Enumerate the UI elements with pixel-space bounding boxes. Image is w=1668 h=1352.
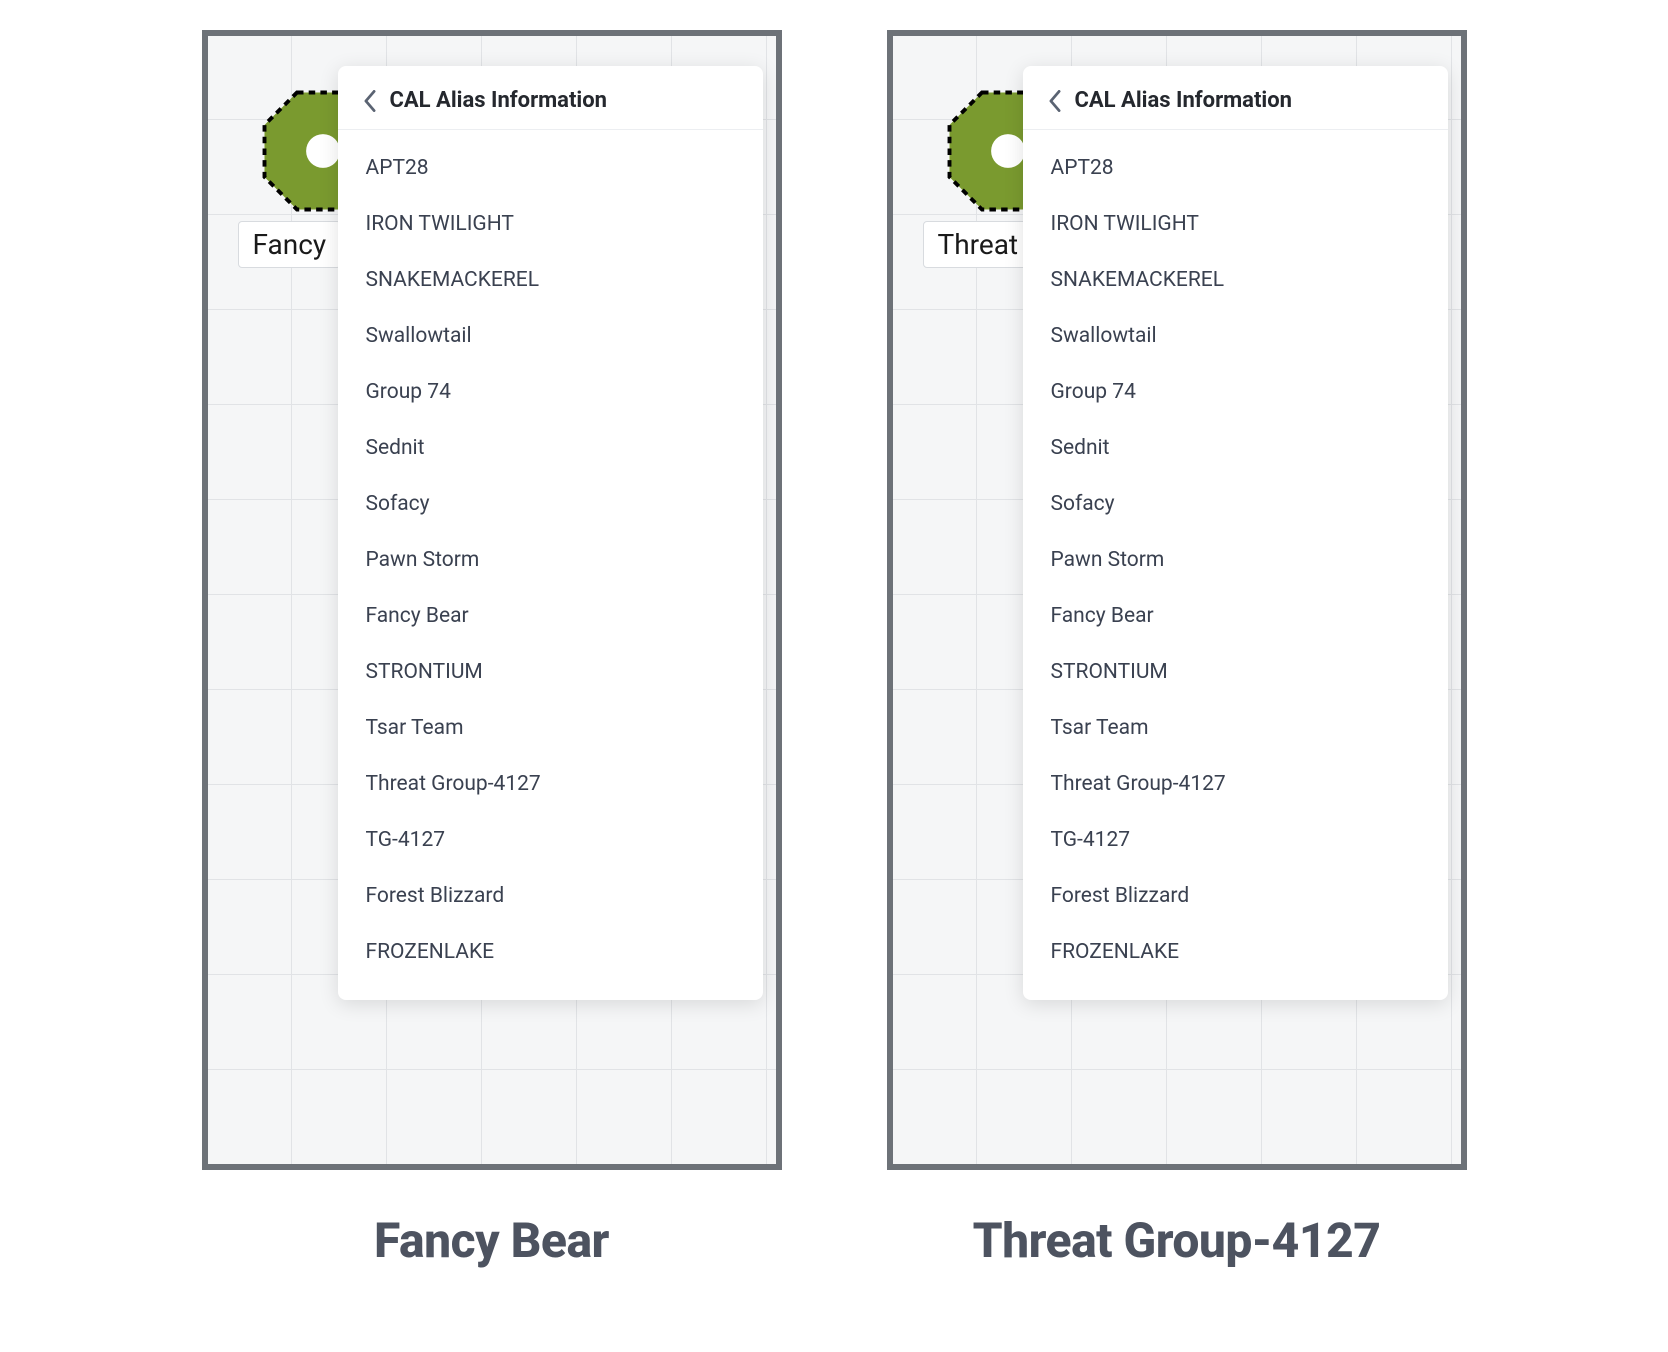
alias-item[interactable]: Tsar Team <box>1023 700 1448 756</box>
alias-item[interactable]: Group 74 <box>1023 364 1448 420</box>
alias-item[interactable]: Fancy Bear <box>1023 588 1448 644</box>
alias-item[interactable]: SNAKEMACKEREL <box>338 252 763 308</box>
back-icon[interactable] <box>1045 91 1065 111</box>
panel-caption: Threat Group-4127 <box>973 1212 1381 1269</box>
alias-item[interactable]: Swallowtail <box>1023 308 1448 364</box>
alias-item[interactable]: STRONTIUM <box>338 644 763 700</box>
panel-left: Fancy CAL Alias Information APT28 IRON T… <box>202 30 782 1170</box>
alias-item[interactable]: Fancy Bear <box>338 588 763 644</box>
alias-item[interactable]: Swallowtail <box>338 308 763 364</box>
alias-item[interactable]: Pawn Storm <box>338 532 763 588</box>
alias-item[interactable]: STRONTIUM <box>1023 644 1448 700</box>
alias-item[interactable]: Threat Group-4127 <box>1023 756 1448 812</box>
back-icon[interactable] <box>360 91 380 111</box>
panel-wrapper-right: Threat Gr CAL Alias Information APT28 IR… <box>887 30 1467 1269</box>
alias-item[interactable]: FROZENLAKE <box>1023 924 1448 980</box>
threat-node-label: Fancy <box>238 221 342 268</box>
alias-item[interactable]: TG-4127 <box>338 812 763 868</box>
alias-item[interactable]: Sofacy <box>338 476 763 532</box>
panel-caption: Fancy Bear <box>374 1212 609 1269</box>
alias-list: APT28 IRON TWILIGHT SNAKEMACKEREL Swallo… <box>1023 130 1448 1000</box>
alias-item[interactable]: Sednit <box>1023 420 1448 476</box>
alias-item[interactable]: SNAKEMACKEREL <box>1023 252 1448 308</box>
alias-item[interactable]: Threat Group-4127 <box>338 756 763 812</box>
panel-wrapper-left: Fancy CAL Alias Information APT28 IRON T… <box>202 30 782 1269</box>
alias-item[interactable]: IRON TWILIGHT <box>1023 196 1448 252</box>
alias-popup-header: CAL Alias Information <box>1023 66 1448 130</box>
alias-item[interactable]: Sednit <box>338 420 763 476</box>
alias-item[interactable]: Pawn Storm <box>1023 532 1448 588</box>
alias-item[interactable]: IRON TWILIGHT <box>338 196 763 252</box>
alias-item[interactable]: APT28 <box>338 140 763 196</box>
alias-item[interactable]: Forest Blizzard <box>338 868 763 924</box>
alias-popup-title: CAL Alias Information <box>390 88 607 113</box>
alias-item[interactable]: APT28 <box>1023 140 1448 196</box>
alias-list: APT28 IRON TWILIGHT SNAKEMACKEREL Swallo… <box>338 130 763 1000</box>
alias-popup-title: CAL Alias Information <box>1075 88 1292 113</box>
alias-item[interactable]: Tsar Team <box>338 700 763 756</box>
alias-popup: CAL Alias Information APT28 IRON TWILIGH… <box>338 66 763 1000</box>
alias-item[interactable]: Sofacy <box>1023 476 1448 532</box>
alias-popup-header: CAL Alias Information <box>338 66 763 130</box>
alias-popup: CAL Alias Information APT28 IRON TWILIGH… <box>1023 66 1448 1000</box>
alias-item[interactable]: Forest Blizzard <box>1023 868 1448 924</box>
alias-item[interactable]: FROZENLAKE <box>338 924 763 980</box>
alias-item[interactable]: Group 74 <box>338 364 763 420</box>
alias-item[interactable]: TG-4127 <box>1023 812 1448 868</box>
panel-right: Threat Gr CAL Alias Information APT28 IR… <box>887 30 1467 1170</box>
